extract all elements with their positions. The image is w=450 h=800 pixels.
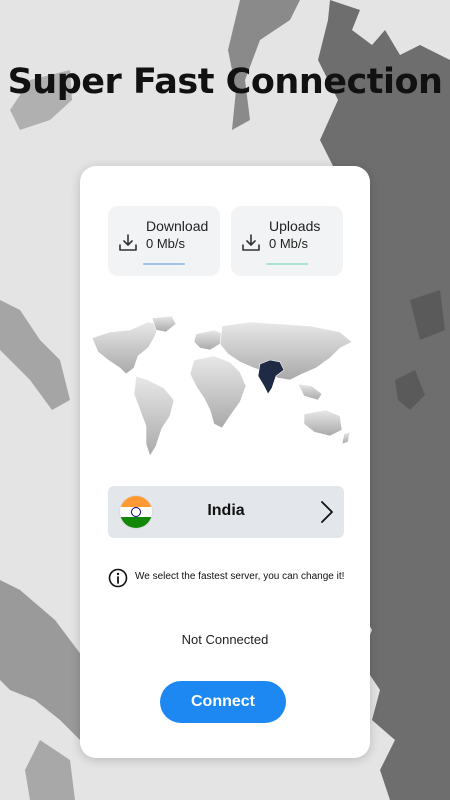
vpn-card: Download 0 Mb/s Uploads 0 Mb/s India We … <box>80 166 370 758</box>
download-bar <box>143 263 185 265</box>
upload-value: 0 Mb/s <box>269 236 309 251</box>
upload-label: Uploads <box>269 218 321 234</box>
info-icon <box>108 568 128 588</box>
download-label: Download <box>146 218 209 234</box>
upload-bar <box>266 263 308 265</box>
connection-status: Not Connected <box>181 632 269 647</box>
download-icon <box>242 234 260 251</box>
server-selector[interactable]: India <box>108 486 344 538</box>
server-country: India <box>207 502 245 519</box>
info-row: We select the fastest server, you can ch… <box>108 568 378 588</box>
download-value: 0 Mb/s <box>146 236 186 251</box>
connect-button[interactable]: Connect <box>160 681 286 723</box>
world-map <box>91 316 353 457</box>
page-headline: Super Fast Connection <box>7 62 443 102</box>
upload-stat: Uploads 0 Mb/s <box>231 206 343 276</box>
download-icon <box>119 234 137 251</box>
download-stat: Download 0 Mb/s <box>108 206 220 276</box>
info-text: We select the fastest server, you can ch… <box>135 571 345 582</box>
chevron-right-icon <box>321 501 333 523</box>
